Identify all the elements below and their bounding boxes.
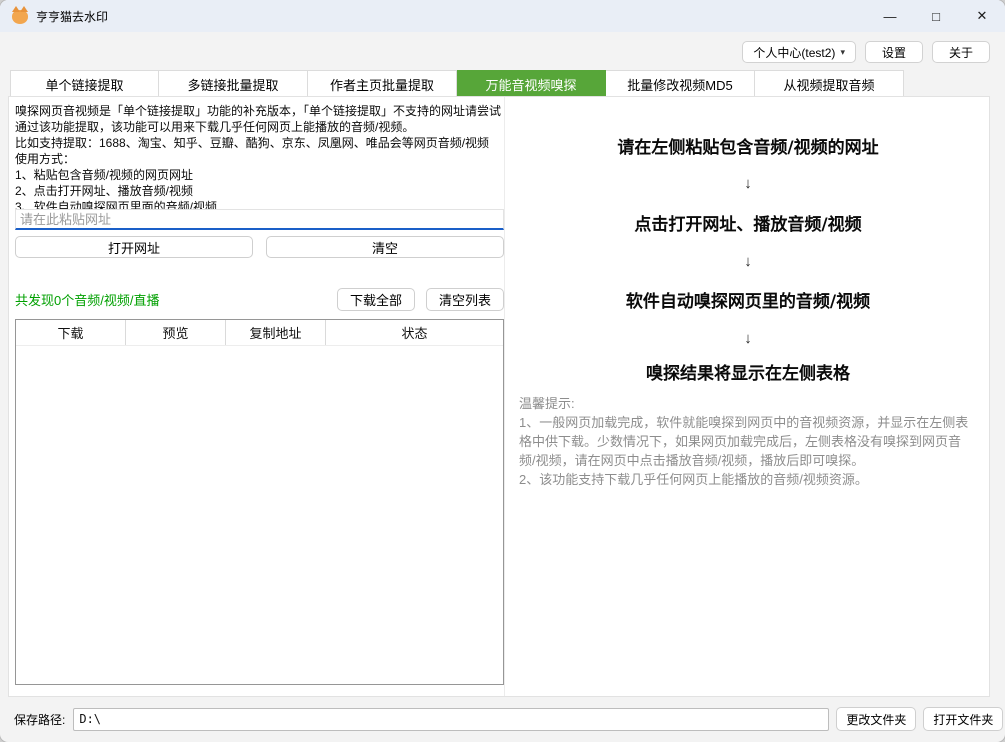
app-cat-icon [12, 10, 28, 24]
clear-url-button[interactable]: 清空 [266, 236, 504, 258]
change-folder-button[interactable]: 更改文件夹 [836, 707, 916, 731]
tip-item: 2、该功能支持下载几乎任何网页上能播放的音频/视频资源。 [519, 470, 977, 489]
open-url-button[interactable]: 打开网址 [15, 236, 253, 258]
url-action-row: 打开网址 清空 [15, 236, 504, 258]
status-row: 共发现0个音频/视频/直播 下载全部 清空列表 [15, 288, 504, 311]
down-arrow-icon: ↓ [505, 175, 991, 192]
instruction-step: 嗅探结果将显示在左侧表格 [505, 359, 991, 384]
quickbar: 个人中心(test2) ▾ 设置 关于 [742, 41, 990, 63]
tab-author-page-batch[interactable]: 作者主页批量提取 [308, 70, 457, 97]
account-dropdown[interactable]: 个人中心(test2) ▾ [742, 41, 856, 63]
maximize-button[interactable]: □ [913, 0, 959, 32]
description-line: 比如支持提取：1688、淘宝、知乎、豆瓣、酷狗、京东、凤凰网、唯品会等网页音频/… [15, 135, 501, 151]
download-all-button[interactable]: 下载全部 [337, 288, 415, 311]
close-button[interactable]: ✕ [959, 0, 1005, 32]
table-header-preview: 预览 [126, 320, 226, 345]
table-header-download: 下载 [16, 320, 126, 345]
account-label: 个人中心(test2) [753, 44, 835, 61]
tab-multi-link-batch[interactable]: 多链接批量提取 [159, 70, 308, 97]
description-line: 2、点击打开网址、播放音频/视频 [15, 183, 501, 199]
sniffer-instructions-panel: 请在左侧粘贴包含音频/视频的网址 ↓ 点击打开网址、播放音频/视频 ↓ 软件自动… [505, 97, 991, 696]
down-arrow-icon: ↓ [505, 253, 991, 270]
description-line: 使用方式： [15, 151, 501, 167]
window-controls: — □ ✕ [867, 0, 1005, 32]
instruction-step: 软件自动嗅探网页里的音频/视频 [505, 287, 991, 312]
tip-item: 1、一般网页加载完成，软件就能嗅探到网页中的音视频资源，并显示在左侧表格中供下载… [519, 413, 977, 470]
table-header-row: 下载 预览 复制地址 状态 [16, 320, 503, 346]
save-path-input[interactable] [73, 708, 829, 731]
sniffer-left-panel: 嗅探网页音视频是「单个链接提取」功能的补充版本，「单个链接提取」不支持的网址请尝… [9, 97, 504, 696]
instruction-step: 请在左侧粘贴包含音频/视频的网址 [505, 133, 991, 158]
instruction-step: 点击打开网址、播放音频/视频 [505, 210, 991, 235]
description-line: 1、粘贴包含音频/视频的网页网址 [15, 167, 501, 183]
table-header-status: 状态 [326, 320, 503, 345]
tab-bar: 单个链接提取 多链接批量提取 作者主页批量提取 万能音视频嗅探 批量修改视频MD… [10, 70, 904, 97]
tab-single-link-extract[interactable]: 单个链接提取 [10, 70, 159, 97]
save-path-label: 保存路径: [14, 711, 65, 728]
chevron-down-icon: ▾ [840, 47, 845, 58]
table-header-copy-url: 复制地址 [226, 320, 326, 345]
app-window: 亨亨猫去水印 — □ ✕ 个人中心(test2) ▾ 设置 关于 单个链接提取 … [0, 0, 1005, 742]
save-path-bar: 保存路径: 更改文件夹 打开文件夹 [0, 706, 1005, 732]
open-folder-button[interactable]: 打开文件夹 [923, 707, 1003, 731]
sniff-result-table: 下载 预览 复制地址 状态 [15, 319, 504, 685]
about-button[interactable]: 关于 [932, 41, 990, 63]
clear-list-button[interactable]: 清空列表 [426, 288, 504, 311]
tab-extract-audio[interactable]: 从视频提取音频 [755, 70, 904, 97]
table-body-empty [16, 346, 503, 684]
minimize-button[interactable]: — [867, 0, 913, 32]
tips-block: 温馨提示: 1、一般网页加载完成，软件就能嗅探到网页中的音视频资源，并显示在左侧… [519, 394, 977, 489]
list-action-buttons: 下载全部 清空列表 [337, 288, 504, 311]
description-line: 嗅探网页音视频是「单个链接提取」功能的补充版本，「单个链接提取」不支持的网址请尝… [15, 103, 501, 135]
found-count-status: 共发现0个音频/视频/直播 [15, 290, 159, 309]
window-title: 亨亨猫去水印 [36, 8, 108, 25]
down-arrow-icon: ↓ [505, 330, 991, 347]
settings-button[interactable]: 设置 [865, 41, 923, 63]
main-panel: 嗅探网页音视频是「单个链接提取」功能的补充版本，「单个链接提取」不支持的网址请尝… [8, 96, 990, 697]
tips-title: 温馨提示: [519, 394, 977, 413]
feature-description: 嗅探网页音视频是「单个链接提取」功能的补充版本，「单个链接提取」不支持的网址请尝… [15, 103, 501, 215]
tab-universal-sniffer[interactable]: 万能音视频嗅探 [457, 70, 606, 97]
titlebar: 亨亨猫去水印 — □ ✕ [0, 0, 1005, 32]
url-input[interactable] [15, 209, 504, 230]
tab-batch-md5[interactable]: 批量修改视频MD5 [606, 70, 755, 97]
